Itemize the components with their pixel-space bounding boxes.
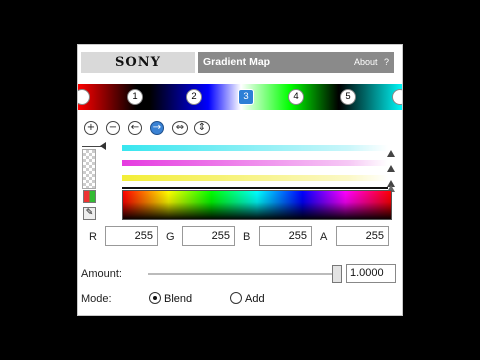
magenta-channel-bar[interactable]	[122, 160, 388, 166]
gradient-stop-2[interactable]: 2	[186, 89, 202, 105]
amount-value-input[interactable]: 1.0000	[346, 264, 396, 283]
r-value-input[interactable]: 255	[105, 226, 158, 246]
g-label: G	[166, 231, 175, 243]
gradient-stop-3-selected[interactable]: 3	[238, 89, 254, 105]
gradient-stop-0[interactable]	[78, 89, 90, 105]
help-button[interactable]: ?	[384, 52, 389, 73]
yellow-channel-bar[interactable]	[122, 175, 388, 181]
cyan-channel-bar[interactable]	[122, 145, 388, 151]
title-bar: Gradient Map About ?	[198, 52, 394, 73]
add-radio-label[interactable]: Add	[245, 293, 265, 305]
alpha-handle-line	[82, 146, 102, 147]
a-label: A	[320, 231, 328, 243]
blend-radio[interactable]	[149, 292, 161, 304]
black-channel-bar[interactable]	[122, 187, 388, 189]
a-value-input[interactable]: 255	[336, 226, 389, 246]
eyedropper-icon[interactable]: ✎	[83, 207, 96, 220]
amount-label: Amount:	[81, 268, 122, 280]
g-value-input[interactable]: 255	[182, 226, 235, 246]
next-stop-icon[interactable]: →	[150, 121, 164, 135]
r-label: R	[89, 231, 97, 243]
about-link[interactable]: About	[354, 52, 378, 73]
gradient-stop-5[interactable]: 5	[340, 89, 356, 105]
panel-title: Gradient Map	[203, 56, 271, 68]
sony-logo: SONY	[81, 52, 195, 73]
add-stop-icon[interactable]: +	[84, 121, 98, 135]
gradient-strip[interactable]: 1 2 3 4 5	[78, 84, 402, 110]
blend-radio-label[interactable]: Blend	[164, 293, 192, 305]
alpha-checker-icon[interactable]	[82, 149, 96, 189]
cyan-slider-handle-icon[interactable]	[387, 150, 395, 157]
palette-icon[interactable]	[83, 190, 96, 203]
prev-stop-icon[interactable]: ←	[128, 121, 142, 135]
remove-stop-icon[interactable]: −	[106, 121, 120, 135]
spread-stops-icon[interactable]: ⇔	[172, 121, 188, 135]
amount-slider-thumb[interactable]	[332, 265, 342, 283]
gradient-stop-4[interactable]: 4	[288, 89, 304, 105]
radio-selected-dot	[153, 296, 157, 300]
color-spectrum-picker[interactable]	[122, 190, 392, 220]
magenta-slider-handle-icon[interactable]	[387, 165, 395, 172]
b-label: B	[243, 231, 251, 243]
add-radio[interactable]	[230, 292, 242, 304]
amount-slider-track[interactable]	[148, 273, 340, 275]
gradient-stop-6[interactable]	[392, 89, 402, 105]
gradient-stop-1[interactable]: 1	[127, 89, 143, 105]
compress-stops-icon[interactable]: ⇕	[194, 121, 210, 135]
b-value-input[interactable]: 255	[259, 226, 312, 246]
mode-label: Mode:	[81, 293, 112, 305]
gradient-map-panel: SONY Gradient Map About ? 1 2 3 4 5 + − …	[77, 44, 403, 316]
alpha-handle-arrow-icon[interactable]	[100, 142, 106, 150]
